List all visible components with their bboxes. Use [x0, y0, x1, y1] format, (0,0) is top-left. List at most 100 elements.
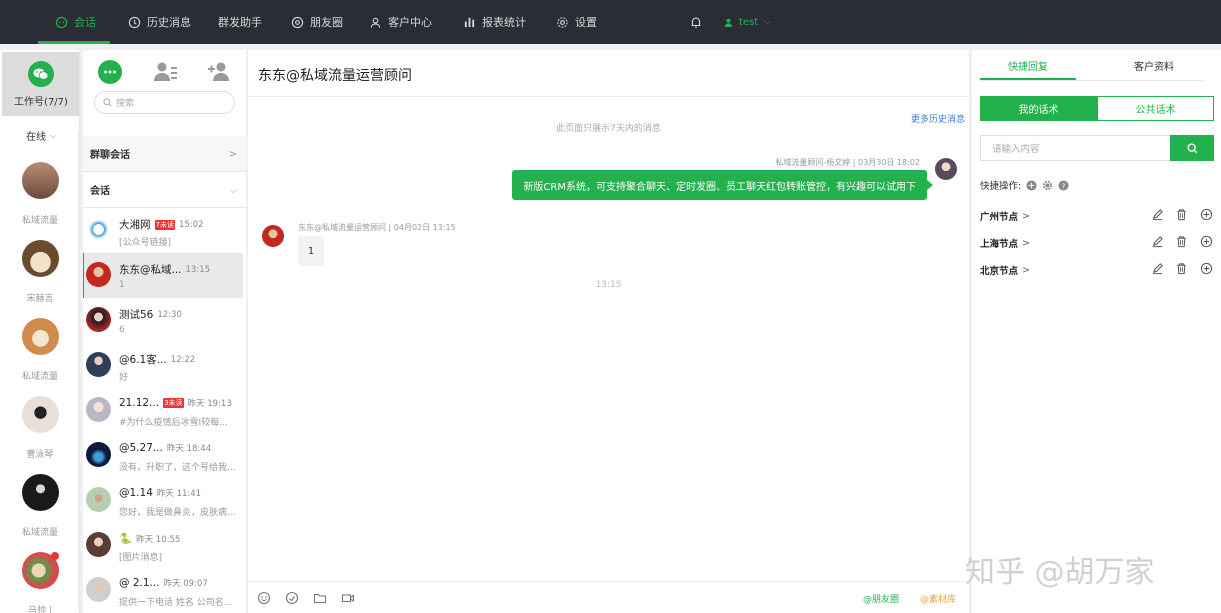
video-icon[interactable]	[341, 591, 355, 605]
edit-icon[interactable]	[1151, 235, 1164, 248]
help-icon[interactable]: ?	[1058, 179, 1069, 191]
moments-link[interactable]: @朋友圈	[863, 592, 899, 605]
outgoing-message-text: 新版CRM系统，可支持聚合聊天、定时发圈、员工聊天红包转账管控，有兴趣可以试用下	[523, 181, 916, 193]
tab-customer-profile[interactable]: 客户资料	[1106, 58, 1202, 80]
conversation-name: 东东@私域...	[119, 264, 182, 276]
script-search-input[interactable]: 请输入内容	[980, 135, 1171, 161]
list-item[interactable]: @5.27... 昨天 18:44 没有，升职了，这个号给我...	[83, 433, 243, 478]
account-avatar[interactable]	[22, 318, 59, 355]
list-item[interactable]: @1.14 昨天 11:41 您好，我是做鼻炎，皮肤病...	[83, 478, 243, 523]
tab-chats[interactable]	[97, 59, 123, 85]
conversation-preview: 1	[119, 280, 125, 290]
search-input[interactable]: 搜索	[94, 91, 235, 114]
account-avatar[interactable]	[22, 396, 59, 433]
nav-tab-broadcast[interactable]: 群发助手	[218, 0, 262, 44]
conversation-section[interactable]: 会话 ⌵	[83, 172, 246, 208]
node-label: 广州节点	[980, 212, 1019, 223]
node-item-shanghai[interactable]: 上海节点 >	[980, 236, 1030, 251]
conversation-preview: 提供一下电话 姓名 公司名...	[119, 598, 233, 608]
list-item[interactable]: 大湘网 7未读 15:02 [公众号链接]	[83, 208, 243, 253]
tab-public-scripts[interactable]: 公共话术	[1097, 96, 1214, 121]
quick-reply-icon[interactable]	[285, 591, 299, 605]
conversation-name: 测试56	[119, 309, 154, 321]
trash-icon[interactable]	[1175, 262, 1188, 275]
work-accounts-tile[interactable]: 工作号(7/7)	[2, 52, 79, 116]
nav-tab-moments[interactable]: 朋友圈	[291, 0, 343, 44]
conversation-time: 昨天 09:07	[163, 579, 208, 589]
clock-icon	[128, 16, 141, 28]
conversation-name: @ 2.1...	[119, 577, 160, 589]
user-icon	[370, 17, 381, 28]
tab-my-scripts[interactable]: 我的话术	[980, 96, 1097, 121]
chat-panel: 东东@私域流量运营顾问 更多历史消息 此页面只展示7天内的消息 私域流量顾问-杨…	[248, 50, 969, 613]
add-circle-icon[interactable]	[1200, 208, 1213, 221]
script-search-button[interactable]	[1170, 135, 1214, 161]
bell-icon[interactable]	[689, 15, 703, 29]
list-item[interactable]: 🐍 昨天 10:55 [图片消息]	[83, 523, 243, 568]
script-search-placeholder: 请输入内容	[992, 144, 1040, 155]
quick-operations-label: 快捷操作:	[980, 181, 1022, 192]
avatar[interactable]	[935, 158, 957, 180]
tab-quick-reply[interactable]: 快捷回复	[980, 58, 1076, 80]
node-item-beijing[interactable]: 北京节点 >	[980, 263, 1030, 278]
avatar	[86, 442, 111, 467]
user-name: test	[739, 16, 759, 28]
user-menu[interactable]: test ⌵	[724, 0, 770, 44]
conversation-preview: 好	[119, 373, 129, 383]
add-circle-icon[interactable]	[1200, 235, 1213, 248]
list-item[interactable]: @6.1客... 12:22 好	[83, 343, 243, 388]
gear-icon	[557, 16, 568, 28]
node-item-guangzhou[interactable]: 广州节点 >	[980, 209, 1030, 224]
avatar[interactable]	[262, 225, 284, 247]
chevron-down-icon: ⌵	[50, 130, 57, 140]
account-avatar[interactable]	[22, 162, 59, 199]
list-item[interactable]: 测试56 12:30 6	[83, 298, 243, 343]
nav-tab-reports[interactable]: 报表统计	[463, 0, 526, 44]
right-panel: 快捷回复 客户资料 我的话术 公共话术 请输入内容 快捷操作: ? 广州节点 >…	[972, 50, 1221, 613]
online-status-label: 在线	[26, 132, 46, 143]
tab-add-friend[interactable]	[207, 59, 233, 85]
chevron-right-icon: >	[1022, 210, 1030, 222]
node-label: 上海节点	[980, 239, 1019, 250]
list-item[interactable]: @ 2.1... 昨天 09:07 提供一下电话 姓名 公司名...	[83, 568, 243, 613]
incoming-message-text: 1	[307, 245, 315, 257]
edit-icon[interactable]	[1151, 262, 1164, 275]
chat-icon	[55, 16, 68, 28]
avatar	[86, 307, 111, 332]
search-placeholder: 搜索	[116, 99, 135, 109]
add-icon[interactable]	[1026, 179, 1037, 191]
tab-contacts[interactable]	[153, 59, 179, 85]
nav-tab-history[interactable]: 历史消息	[128, 0, 191, 44]
trash-icon[interactable]	[1175, 235, 1188, 248]
contacts-icon	[154, 62, 177, 81]
online-status-dropdown[interactable]: 在线 ⌵	[26, 128, 57, 144]
account-avatar[interactable]	[22, 240, 59, 277]
history-note: 此页面只展示7天内的消息	[556, 124, 661, 134]
avatar	[86, 262, 111, 287]
chevron-right-icon: >	[1022, 264, 1030, 276]
edit-icon[interactable]	[1151, 208, 1164, 221]
conversation-preview: [图片消息]	[119, 553, 163, 563]
account-label: 私域流量	[21, 372, 58, 382]
account-avatar[interactable]	[22, 474, 59, 511]
list-item[interactable]: 21.12... 3未读 昨天 19:13 #为什么疫情后冰雪Ⅰ较每...	[83, 388, 243, 433]
nav-tab-settings[interactable]: 设置	[556, 0, 597, 44]
unread-badge: 7未读	[154, 219, 175, 230]
scrollbar[interactable]	[78, 130, 79, 607]
group-chat-section[interactable]: 群聊会话 >	[83, 136, 246, 172]
gear-icon[interactable]	[1042, 180, 1053, 191]
folder-icon[interactable]	[313, 591, 327, 605]
nav-tab-customers[interactable]: 客户中心	[369, 0, 432, 44]
materials-link[interactable]: @素材库	[920, 592, 956, 605]
add-circle-icon[interactable]	[1200, 262, 1213, 275]
selected-indicator	[83, 253, 84, 298]
nav-tab-chat[interactable]: 会话	[38, 0, 110, 44]
emoji-icon[interactable]	[257, 591, 271, 605]
divider	[248, 96, 969, 97]
conversation-time: 12:22	[170, 354, 196, 365]
account-label: 曹泳琴	[26, 450, 54, 460]
trash-icon[interactable]	[1175, 208, 1188, 221]
list-item[interactable]: 东东@私域... 13:15 1	[83, 253, 243, 298]
account-label: 私域流量	[21, 216, 58, 226]
avatar	[86, 532, 111, 557]
